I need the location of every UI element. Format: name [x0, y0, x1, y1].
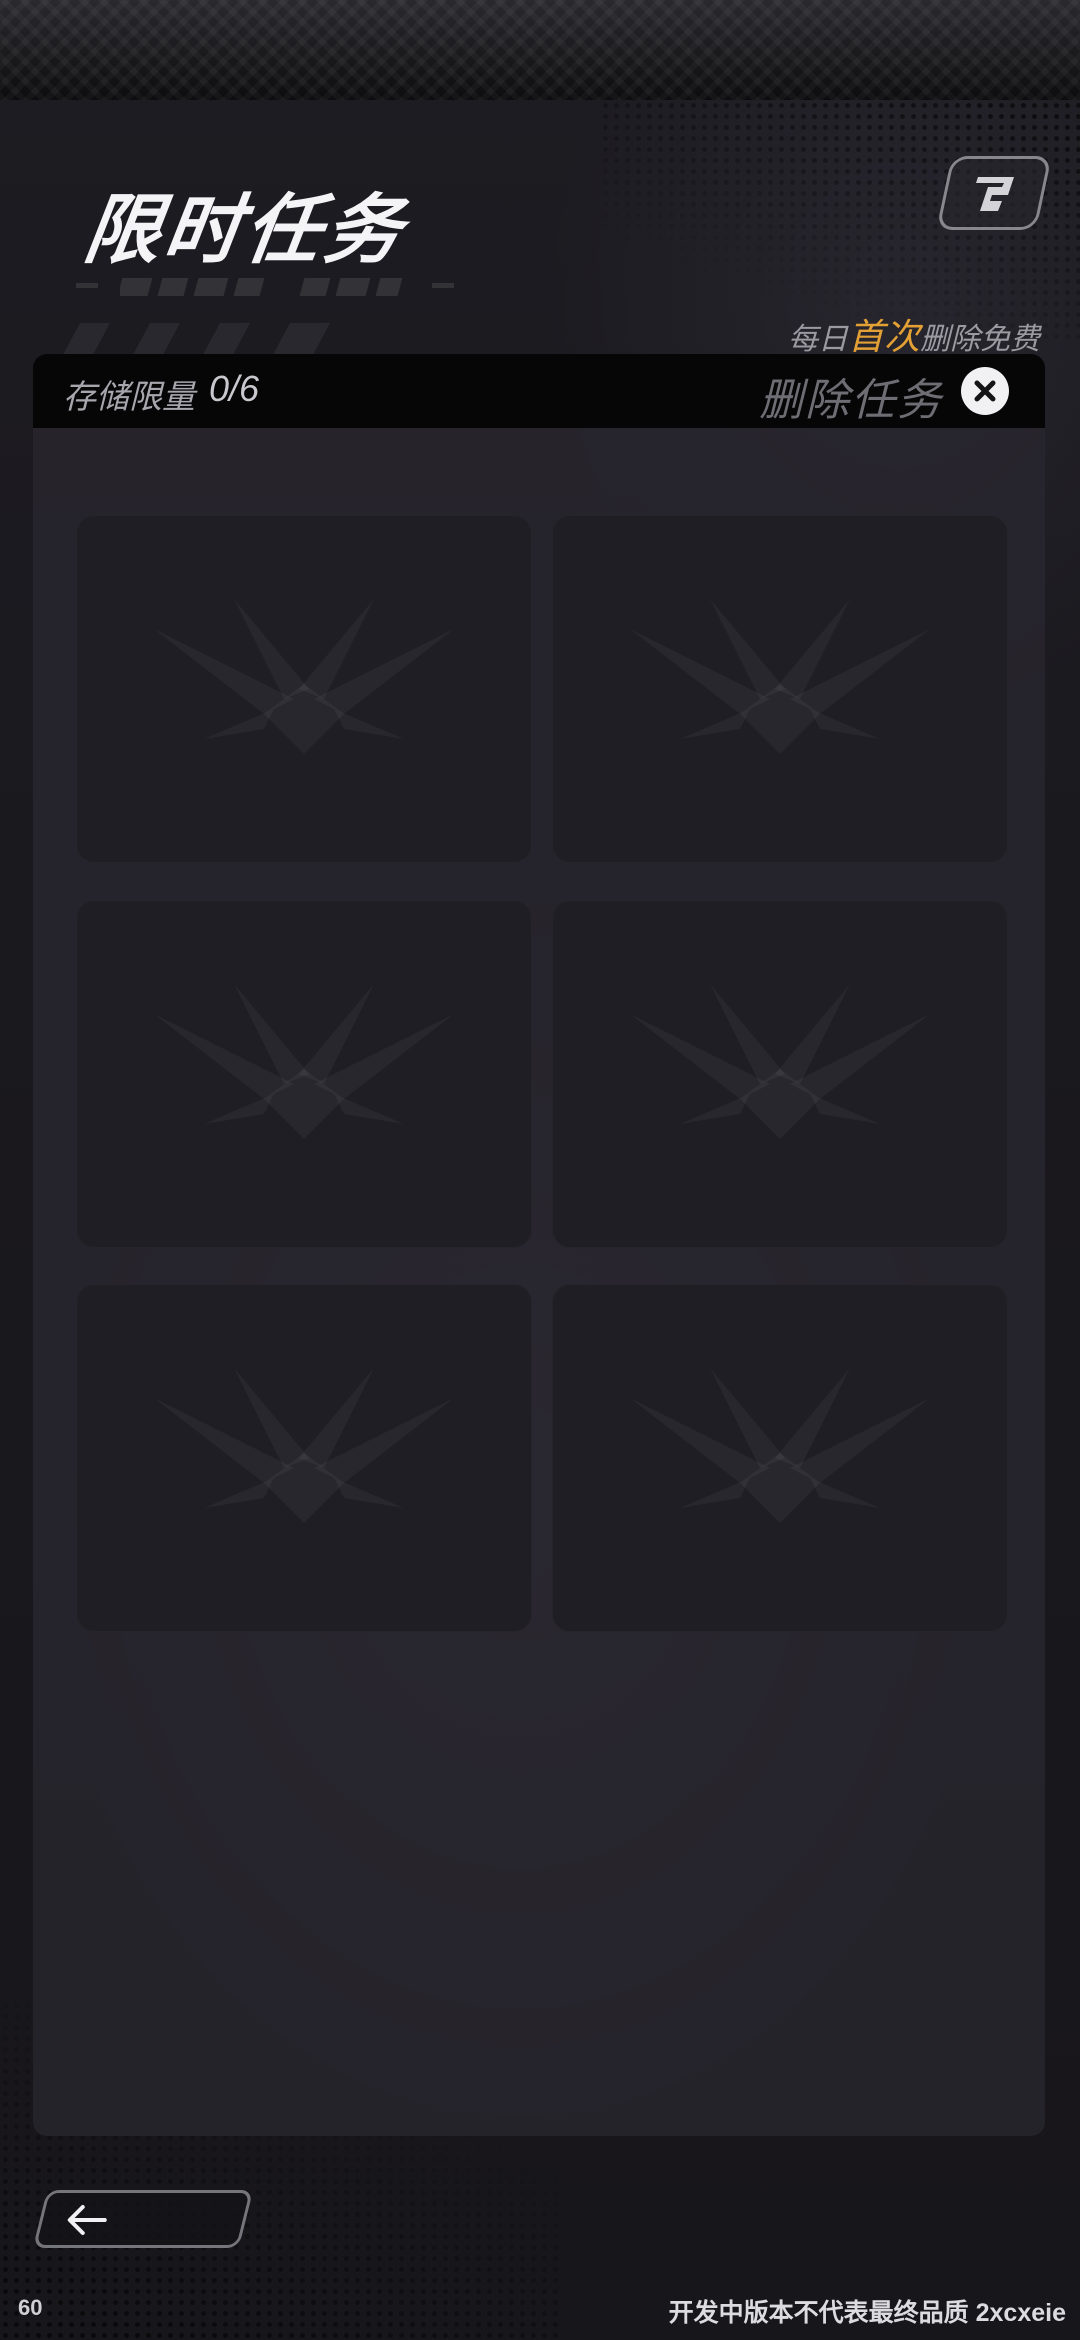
divider [432, 283, 454, 288]
faction-emblem-icon [630, 1368, 930, 1523]
task-slot-empty[interactable] [552, 900, 1008, 1248]
task-slot-empty[interactable] [76, 900, 532, 1248]
faction-emblem-icon [630, 599, 930, 754]
back-button[interactable] [32, 2190, 254, 2248]
divider [76, 283, 98, 288]
arrow-left-icon [67, 2205, 107, 2235]
faction-emblem-icon [630, 984, 930, 1139]
faction-emblem-icon [154, 984, 454, 1139]
fps-counter: 60 [18, 2295, 43, 2320]
page-title: 限时任务 [78, 188, 411, 273]
task-slot-empty[interactable] [76, 1284, 532, 1632]
free-note-prefix: 每日 [787, 323, 848, 356]
task-slot-empty[interactable] [76, 515, 532, 863]
x-mark-icon [974, 380, 996, 402]
storage-label: 存储限量 [63, 378, 195, 415]
faction-emblem-icon [154, 1368, 454, 1523]
top-status-strip [0, 0, 1080, 100]
faction-emblem-icon [154, 599, 454, 754]
free-note-highlight: 首次 [847, 316, 920, 357]
task-storage-panel: 存储限量 0/6 删除任务 [33, 354, 1045, 2136]
limited-tasks-screen: 限时任务 每日首次删除免费 存储限量 0/6 删除任务 60 开发中版本不代表最… [0, 0, 1080, 2340]
task-slot-empty[interactable] [552, 1284, 1008, 1632]
delete-task-button[interactable]: 删除任务 [759, 364, 943, 428]
storage-value: 0/6 [209, 368, 260, 409]
help-logo-icon [976, 177, 1014, 211]
build-notice: 开发中版本不代表最终品质 2xcxeie [668, 2299, 1066, 2327]
panel-header: 存储限量 0/6 删除任务 [33, 354, 1045, 428]
free-note-suffix: 删除免费 [920, 323, 1040, 356]
close-icon[interactable] [961, 367, 1009, 415]
task-slot-empty[interactable] [552, 515, 1008, 863]
help-button[interactable] [936, 156, 1052, 230]
daily-free-delete-note: 每日首次删除免费 [788, 308, 1040, 360]
